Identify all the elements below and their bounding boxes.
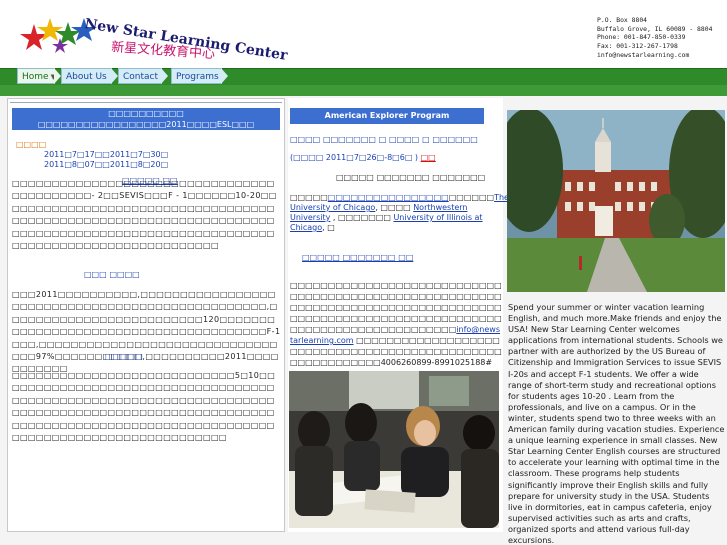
nav-tab-programs[interactable]: Programs (171, 68, 228, 84)
date-range-1: 2011□7□17□□2011□7□30□ (44, 150, 169, 159)
contact-info: P.O. Box 8804 Buffalo Grove, IL 60089 - … (597, 16, 712, 60)
program-paragraph-2: □□□□□□□□□□□□□□□□□□□□□□□□□□□□□□□□□□□□□□□□… (290, 280, 502, 379)
students-photo (289, 371, 499, 528)
tab-arrow-icon (54, 68, 61, 84)
divider (10, 102, 282, 103)
dates-heading: □□□□ (16, 140, 47, 149)
left-paragraph-2: □□□2011□□□□□□□□□□,□□□□□□□□□□□□□□□□□□□□□□… (12, 290, 281, 374)
nav-tab-contact-label: Contact (123, 72, 159, 82)
text: , □□□□□□□ (330, 213, 394, 222)
nav-tab-home[interactable]: Home ▼ (17, 68, 61, 84)
left-title-line2: □□□□□□□□□□□□□□□□□2011□□□□ESL□□□ (37, 120, 255, 129)
nav-bar-lower-strip (0, 85, 727, 96)
tab-arrow-icon (221, 68, 228, 84)
campus-photo (507, 110, 725, 292)
text: □□□□□ (290, 193, 328, 202)
left-title-box: □□□□□□□□□□ □□□□□□□□□□□□□□□□□2011□□□□ESL□… (12, 108, 280, 130)
tab-arrow-icon (111, 68, 118, 84)
program-links[interactable]: □□□□□ □□□□□□□ □□ (302, 253, 413, 262)
left-paragraph-1: □□□□□□□□□□□□□□□□□□□□□□□□□□□□□□□□□□□□□□□□… (12, 179, 277, 251)
program-dates: (□□□□ 2011□7□26□-8□6□ ) □□ (290, 153, 436, 162)
left-subheading-1: □□□ □□□□ (84, 270, 140, 279)
program-description: Spend your summer or winter vacation lea… (508, 302, 725, 545)
nav-tab-programs-label: Programs (176, 72, 219, 82)
date-range-2: 2011□8□07□□2011□8□20□ (44, 160, 169, 169)
text: □□□□□□ (448, 193, 495, 202)
left-title-line1: □□□□□□□□□□ (108, 109, 184, 118)
nav-tab-home-label: Home (22, 72, 49, 82)
universities-link[interactable]: □□□□□□□□□□□□□□□□ (328, 193, 449, 202)
contact-email[interactable]: info@newstarlearning.com (597, 51, 712, 60)
contact-city: Buffalo Grove, IL 60089 - 8804 (597, 24, 713, 33)
text: , □□□□ (375, 203, 414, 212)
program-paragraph-1: □□□□□□□□□□□□□□□□□□□□□□□□□□□The Universit… (290, 193, 509, 233)
program-dates-text: (□□□□ 2011□7□26□-8□6□ ) (290, 153, 419, 162)
left-paragraph-3: □□□□□□□□□□□□□□□□□□□□□□□□□□□□5□10□□□□□□□□… (12, 371, 276, 443)
nav-tab-about-us[interactable]: About Us (61, 68, 118, 84)
contact-fax: Fax: 001-312-267-1798 (597, 42, 678, 51)
text: , □ (322, 223, 335, 232)
nav-tab-about-us-label: About Us (66, 72, 107, 82)
program-tagline: □□□□□ □□□□□□□ □□□□□□□ (336, 173, 486, 182)
nav-tab-contact[interactable]: Contact (118, 68, 168, 84)
program-title: American Explorer Program (290, 108, 484, 124)
program-dates-link[interactable]: □□ (421, 153, 436, 162)
contact-phone: Phone: 001-847-850-0339 (597, 33, 686, 42)
contact-po-box: P.O. Box 8804 (597, 16, 648, 24)
left-subheading-2: □□□□□ (105, 352, 143, 361)
tab-arrow-icon (161, 68, 168, 84)
program-subtitle: □□□□ □□□□□□□ □ □□□□ □ □□□□□□ (290, 135, 478, 144)
